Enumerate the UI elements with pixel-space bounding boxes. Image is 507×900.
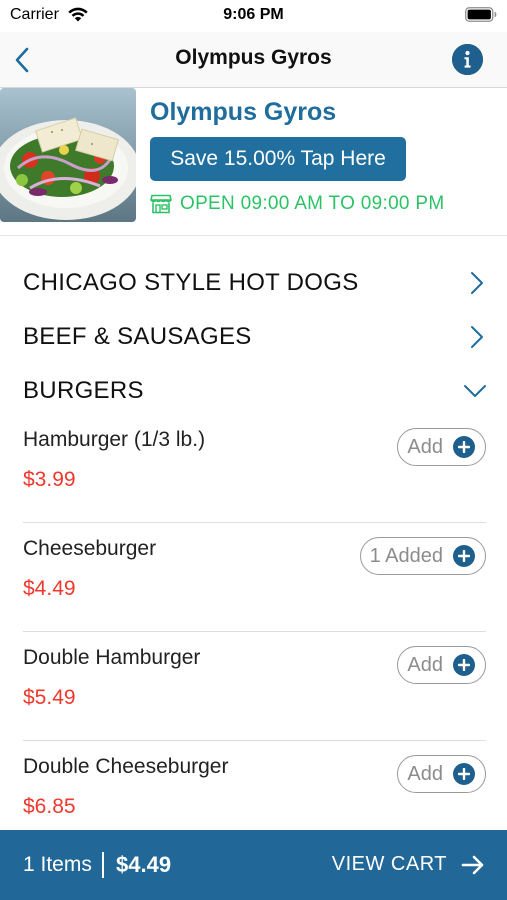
- divider: [23, 740, 486, 741]
- menu-item: Double Hamburger $5.49 Add: [0, 646, 507, 755]
- view-cart-bar[interactable]: 1 Items $4.49 VIEW CART: [0, 830, 507, 900]
- add-to-cart-button[interactable]: Add: [397, 755, 486, 793]
- menu-item: Cheeseburger $4.49 1 Added: [0, 537, 507, 646]
- category-beef-and-sausages[interactable]: BEEF & SAUSAGES: [0, 311, 507, 361]
- plus-icon: [453, 654, 475, 676]
- info-button[interactable]: [452, 44, 483, 75]
- add-button-label: Add: [407, 435, 443, 458]
- info-icon: [452, 44, 483, 75]
- cart-item-count: 1 Items: [23, 853, 92, 876]
- category-chicago-style-hot-dogs[interactable]: CHICAGO STYLE HOT DOGS: [0, 257, 507, 307]
- plus-icon: [453, 763, 475, 785]
- navigation-bar: Olympus Gyros: [0, 32, 507, 88]
- category-burgers[interactable]: BURGERS: [0, 365, 507, 415]
- add-to-cart-button[interactable]: Add: [397, 646, 486, 684]
- opening-hours: OPEN 09:00 AM TO 09:00 PM: [150, 193, 444, 215]
- arrow-right-icon: [461, 855, 484, 874]
- plus-icon: [453, 436, 475, 458]
- view-cart-button[interactable]: VIEW CART: [332, 853, 485, 876]
- item-price: $5.49: [23, 686, 76, 709]
- category-label: BURGERS: [23, 377, 144, 404]
- page-title: Olympus Gyros: [175, 46, 332, 69]
- restaurant-name: Olympus Gyros: [150, 98, 337, 126]
- chevron-right-icon: [471, 326, 483, 348]
- divider: [23, 522, 486, 523]
- item-price: $3.99: [23, 468, 76, 491]
- divider: [102, 852, 104, 878]
- restaurant-photo: [0, 88, 136, 222]
- item-price: $6.85: [23, 795, 76, 818]
- chevron-right-icon: [471, 272, 483, 294]
- menu-item: Hamburger (1/3 lb.) $3.99 Add: [0, 428, 507, 537]
- category-label: BEEF & SAUSAGES: [23, 323, 252, 350]
- item-name: Double Cheeseburger: [23, 755, 229, 778]
- add-to-cart-button[interactable]: Add: [397, 428, 486, 466]
- add-button-label: Add: [407, 653, 443, 676]
- restaurant-header: Olympus Gyros Save 15.00% Tap Here OPEN …: [0, 88, 507, 236]
- item-name: Double Hamburger: [23, 646, 201, 669]
- view-cart-label: VIEW CART: [331, 853, 447, 875]
- discount-promo-button[interactable]: Save 15.00% Tap Here: [150, 137, 406, 181]
- divider: [23, 631, 486, 632]
- status-bar: Carrier 9:06 PM: [0, 0, 507, 32]
- add-button-label: 1 Added: [369, 544, 443, 567]
- item-name: Hamburger (1/3 lb.): [23, 428, 206, 451]
- battery-icon: [465, 7, 497, 22]
- item-price: $4.49: [23, 577, 76, 600]
- cart-total: $4.49: [116, 852, 172, 877]
- chevron-down-icon: [464, 385, 486, 397]
- store-icon: [150, 194, 172, 214]
- hours-label: OPEN 09:00 AM TO 09:00 PM: [180, 193, 445, 214]
- clock: 9:06 PM: [223, 6, 284, 23]
- add-button-label: Add: [407, 762, 443, 785]
- category-label: CHICAGO STYLE HOT DOGS: [23, 269, 359, 296]
- item-name: Cheeseburger: [23, 537, 157, 560]
- added-to-cart-button[interactable]: 1 Added: [359, 537, 486, 575]
- plus-icon: [453, 545, 475, 567]
